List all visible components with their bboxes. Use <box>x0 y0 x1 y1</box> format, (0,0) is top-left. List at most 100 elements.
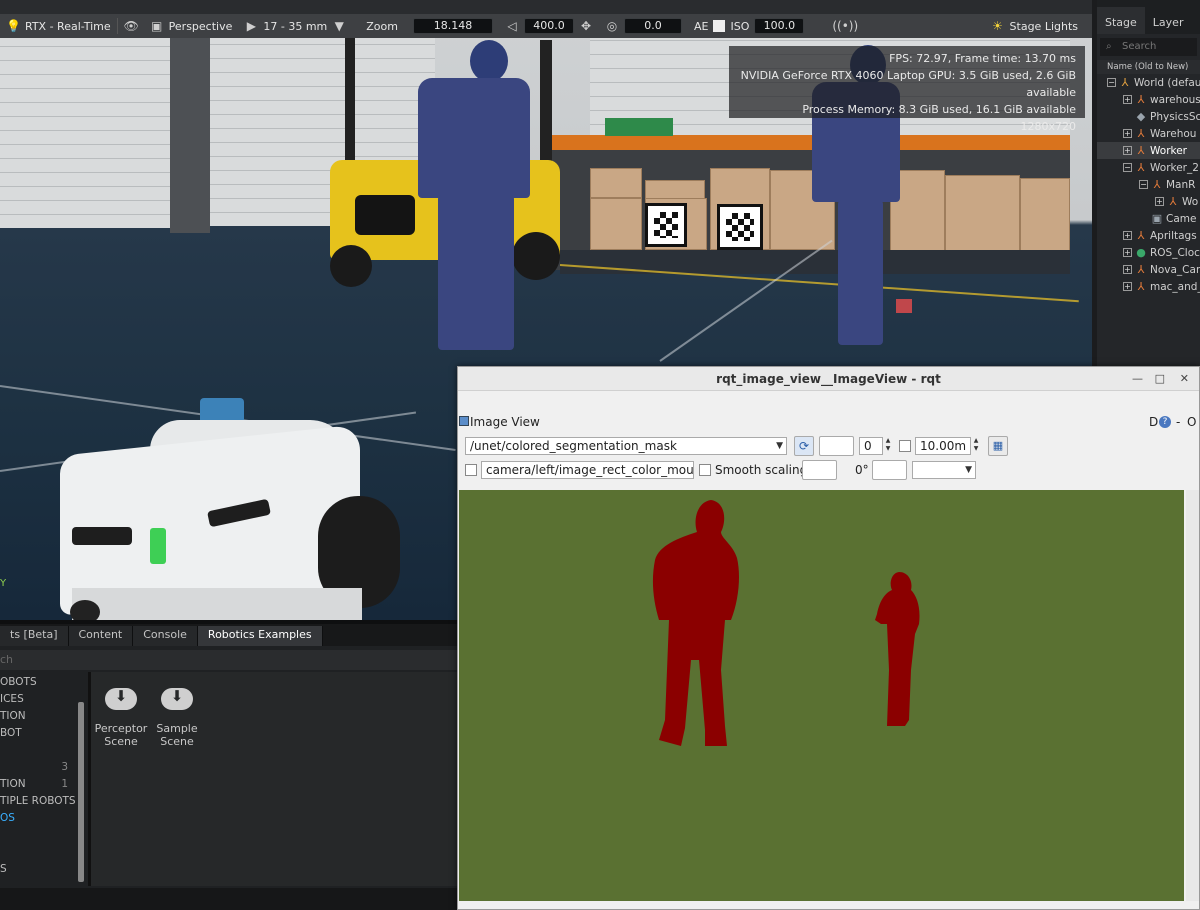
close-button[interactable]: ✕ <box>1180 367 1189 391</box>
axis-y-label: Y <box>0 578 7 589</box>
plugin-minimize-button[interactable]: - <box>1176 415 1180 429</box>
examples-category-item[interactable] <box>0 827 80 844</box>
stage-search-input[interactable]: Search <box>1100 38 1197 56</box>
minimize-button[interactable]: — <box>1132 367 1143 391</box>
desktop: Y 💡 RTX - Real-Time 👁 ▣ Perspective ▶ 17… <box>0 0 1200 910</box>
renderer-menu[interactable]: 💡 RTX - Real-Time <box>0 14 117 38</box>
expand-icon[interactable]: + <box>1123 129 1132 138</box>
mouse-topic-input[interactable]: camera/left/image_rect_color_mouse_left <box>481 461 694 479</box>
stage-tree-row[interactable]: + ⅄ Warehou <box>1097 125 1200 142</box>
tab-layer[interactable]: Layer <box>1145 16 1192 34</box>
examples-category-item[interactable]: OS <box>0 810 80 827</box>
zoom-field[interactable] <box>819 436 854 456</box>
worker-torso <box>418 78 530 198</box>
max-range-arrows[interactable]: ▲ ▼ <box>972 437 980 455</box>
plugin-close-button[interactable]: O <box>1187 415 1196 429</box>
scene-card-perceptor[interactable]: Perceptor Scene <box>93 672 149 748</box>
examples-category-item[interactable] <box>0 742 80 759</box>
examples-category-item[interactable]: TIPLE ROBOTS <box>0 793 80 810</box>
broadcast-button[interactable]: ((•)) <box>826 14 858 38</box>
eye-icon: 👁 <box>123 19 139 33</box>
color-scheme-select[interactable]: ▼ <box>912 461 976 479</box>
visibility-menu[interactable]: 👁 <box>118 14 144 38</box>
stage-tree-row[interactable]: ◆ PhysicsSc <box>1097 108 1200 125</box>
plugin-dock-button[interactable]: D <box>1149 415 1158 429</box>
category-scrollbar[interactable] <box>78 702 84 882</box>
examples-category-item[interactable]: ICES <box>0 691 80 708</box>
stage-column-header[interactable]: Name (Old to New) <box>1097 60 1200 74</box>
tab-robotics-examples[interactable]: Robotics Examples <box>197 626 323 646</box>
scene-title-line2: Scene <box>160 735 194 748</box>
collapse-icon[interactable]: − <box>1107 78 1116 87</box>
stage-lights-menu[interactable]: ☀ Stage Lights <box>985 14 1092 38</box>
rotate-left-button[interactable] <box>802 460 837 480</box>
lens-menu[interactable]: ▶ 17 - 35 mm ▼ <box>238 14 352 38</box>
tab-extensions[interactable]: ts [Beta] <box>0 626 69 646</box>
rotate-right-button[interactable] <box>872 460 907 480</box>
help-icon[interactable]: ? <box>1159 416 1171 428</box>
video-camera-icon: ▶ <box>246 19 256 33</box>
expand-icon[interactable]: + <box>1123 146 1132 155</box>
stage-tree-row[interactable]: + ⅄ Nova_Car <box>1097 261 1200 278</box>
tab-stage[interactable]: Stage <box>1097 7 1145 34</box>
green-crate <box>605 118 673 136</box>
iso-input[interactable]: 100.0 <box>754 18 805 34</box>
stage-tree-row[interactable]: − ⅄ Worker_2 <box>1097 159 1200 176</box>
zoom-input[interactable]: 18.148 <box>412 18 493 34</box>
ae-checkbox[interactable] <box>713 20 726 32</box>
expand-icon[interactable]: + <box>1123 282 1132 291</box>
stage-tree-row[interactable]: − ⅄ ManR <box>1097 176 1200 193</box>
spinbox-input[interactable]: 0 <box>859 437 883 455</box>
expand-icon[interactable]: + <box>1123 248 1132 257</box>
save-image-button[interactable]: ▦ <box>988 436 1008 456</box>
examples-category-item[interactable]: 3 <box>0 759 80 776</box>
camera-menu[interactable]: ▣ Perspective <box>144 14 239 38</box>
exposure-input[interactable]: 0.0 <box>623 18 682 34</box>
segmentation-image[interactable] <box>459 490 1184 901</box>
collapse-icon[interactable]: − <box>1139 180 1148 189</box>
topic-select[interactable]: /unet/colored_segmentation_mask ▼ <box>465 437 787 455</box>
stage-tree-row[interactable]: ▣ Came <box>1097 210 1200 227</box>
smooth-scaling-checkbox[interactable] <box>699 464 711 476</box>
stage-tree-row[interactable]: + ⅄ Worker <box>1097 142 1200 159</box>
rqt-titlebar[interactable]: rqt_image_view__ImageView - rqt — □ ✕ <box>458 367 1199 391</box>
window-titlebar-fragment <box>0 0 1092 14</box>
refresh-topics-button[interactable]: ⟳ <box>794 436 814 456</box>
apriltag-marker <box>645 203 687 247</box>
xform-icon: ⅄ <box>1137 160 1145 174</box>
examples-category-item[interactable]: TION 1 <box>0 776 80 793</box>
expand-icon[interactable]: + <box>1123 95 1132 104</box>
stage-tree-row[interactable]: + ⅄ mac_and_ <box>1097 278 1200 295</box>
zoom-label: Zoom <box>366 19 398 33</box>
maximize-button[interactable]: □ <box>1155 367 1165 391</box>
tab-console[interactable]: Console <box>133 626 198 646</box>
stage-tree-row[interactable]: + ⅄ warehous <box>1097 91 1200 108</box>
stage-tree-label: ManR <box>1166 178 1196 191</box>
speed-input[interactable]: 400.0 <box>523 18 574 34</box>
expand-icon[interactable]: + <box>1123 231 1132 240</box>
worker-legs <box>838 200 883 345</box>
expand-icon[interactable]: + <box>1123 265 1132 274</box>
stage-tree-row[interactable]: + ⅄ Apriltags <box>1097 227 1200 244</box>
dynamic-range-checkbox[interactable] <box>899 440 911 452</box>
move-icon[interactable]: ✥ <box>579 19 593 33</box>
max-range-input[interactable]: 10.00m <box>915 437 971 455</box>
segmentation-mask-svg <box>652 500 920 746</box>
topic-value: /unet/colored_segmentation_mask <box>470 439 677 453</box>
examples-category-item[interactable]: TION <box>0 708 80 725</box>
image-scrollbar[interactable] <box>1186 490 1199 901</box>
examples-category-item[interactable] <box>0 844 80 861</box>
robot-base <box>72 588 362 620</box>
examples-category-item[interactable]: OBOTS <box>0 674 80 691</box>
tab-content[interactable]: Content <box>68 626 134 646</box>
expand-icon[interactable]: + <box>1155 197 1164 206</box>
examples-category-item[interactable]: S <box>0 861 80 878</box>
stage-tree-row[interactable]: + ● ROS_Clock <box>1097 244 1200 261</box>
examples-category-item[interactable]: BOT <box>0 725 80 742</box>
stage-tree-row[interactable]: + ⅄ Wo <box>1097 193 1200 210</box>
publish-mouse-checkbox[interactable] <box>465 464 477 476</box>
spinbox-arrows[interactable]: ▲ ▼ <box>884 437 892 455</box>
collapse-icon[interactable]: − <box>1123 163 1132 172</box>
stage-tree-row[interactable]: − ⅄ World (defau <box>1097 74 1200 91</box>
scene-card-sample[interactable]: Sample Scene <box>149 672 205 748</box>
